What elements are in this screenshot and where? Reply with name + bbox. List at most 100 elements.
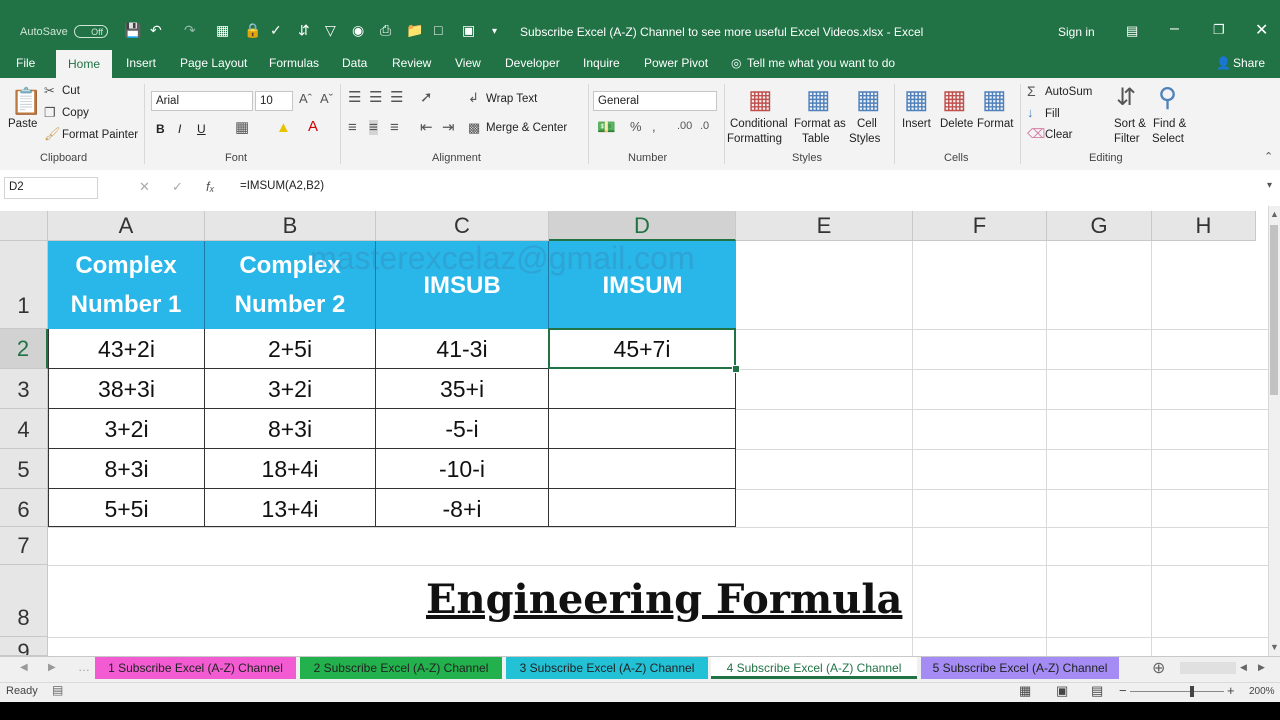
format-as-table-icon[interactable]: ▦	[806, 86, 831, 112]
cell-d6[interactable]	[549, 489, 736, 527]
cell-styles-button-line2[interactable]: Styles	[849, 133, 880, 145]
row-header-3[interactable]: 3	[0, 369, 48, 409]
share-button[interactable]: Share	[1233, 56, 1265, 70]
cell-a4[interactable]: 3+2i	[48, 409, 205, 449]
cell-c2[interactable]: 41-3i	[376, 329, 549, 369]
cell-styles-button[interactable]: Cell	[857, 118, 877, 130]
insert-cells-icon[interactable]: ▦	[904, 86, 929, 112]
cell-a6[interactable]: 5+5i	[48, 489, 205, 527]
font-color-icon[interactable]: A	[308, 119, 318, 134]
cell-c5[interactable]: -10-i	[376, 449, 549, 489]
cell-c3[interactable]: 35+i	[376, 369, 549, 409]
scroll-up-icon[interactable]: ▲	[1270, 209, 1279, 219]
column-header-d[interactable]: D	[549, 211, 736, 241]
clear-button[interactable]: Clear	[1045, 129, 1072, 141]
autosum-button[interactable]: AutoSum	[1045, 86, 1092, 98]
cell-b5[interactable]: 18+4i	[205, 449, 376, 489]
tab-review[interactable]: Review	[392, 56, 431, 70]
lock-icon[interactable]: 🔒	[244, 22, 261, 39]
vertical-scrollbar-thumb[interactable]	[1270, 225, 1278, 395]
sheet-tab-3[interactable]: 3 Subscribe Excel (A-Z) Channel	[506, 657, 708, 679]
copy-button[interactable]: Copy	[62, 107, 89, 119]
macro-record-icon[interactable]: ▤	[52, 683, 63, 697]
filter-icon[interactable]: ▽	[325, 22, 336, 39]
align-left-icon[interactable]: ≡	[348, 120, 357, 135]
cell-c6[interactable]: -8+i	[376, 489, 549, 527]
increase-indent-icon[interactable]: ⇥	[442, 120, 455, 135]
row-header-4[interactable]: 4	[0, 409, 48, 449]
sort-filter-button-line2[interactable]: Filter	[1114, 133, 1140, 145]
camera-icon[interactable]: ◉	[352, 22, 364, 39]
font-name-select[interactable]: Arial	[151, 91, 253, 111]
align-middle-icon[interactable]: ☰	[369, 90, 382, 105]
row-header-7[interactable]: 7	[0, 527, 48, 565]
tab-inquire[interactable]: Inquire	[583, 56, 620, 70]
minimize-icon[interactable]: –	[1170, 20, 1179, 38]
align-top-icon[interactable]: ☰	[348, 90, 361, 105]
align-bottom-icon[interactable]: ☰	[390, 90, 403, 105]
format-painter-button[interactable]: Format Painter	[62, 129, 138, 141]
borders-icon[interactable]: ▦	[235, 120, 249, 135]
spelling-icon[interactable]: ✓	[270, 22, 282, 39]
shrink-font-icon[interactable]: Aˇ	[320, 92, 333, 105]
cell-c4[interactable]: -5-i	[376, 409, 549, 449]
close-icon[interactable]: ✕	[1255, 20, 1268, 40]
scroll-right-icon[interactable]: ▶	[1258, 662, 1265, 673]
sign-in-link[interactable]: Sign in	[1058, 25, 1095, 39]
tab-power-pivot[interactable]: Power Pivot	[644, 56, 708, 70]
insert-function-icon[interactable]: fₓ	[206, 180, 215, 193]
prev-sheet-icon[interactable]: ◀	[20, 662, 28, 673]
format-painter-icon[interactable]: 🖌	[44, 127, 61, 140]
tab-file[interactable]: File	[16, 56, 35, 70]
delete-cells-button[interactable]: Delete	[940, 118, 973, 130]
column-header-h[interactable]: H	[1152, 211, 1256, 241]
table-icon[interactable]: ▦	[216, 22, 229, 39]
percent-icon[interactable]: %	[630, 120, 642, 133]
more-sheets-icon[interactable]: …	[78, 660, 90, 674]
ribbon-display-icon[interactable]: ▤	[1126, 23, 1138, 39]
next-sheet-icon[interactable]: ▶	[48, 662, 56, 673]
cell-d4[interactable]	[549, 409, 736, 449]
format-cells-icon[interactable]: ▦	[982, 86, 1007, 112]
horizontal-scrollbar[interactable]	[1180, 662, 1236, 674]
clear-icon[interactable]: ⌫	[1027, 127, 1045, 140]
tab-insert[interactable]: Insert	[126, 56, 156, 70]
tab-developer[interactable]: Developer	[505, 56, 560, 70]
currency-icon[interactable]: 💵	[597, 120, 616, 135]
insert-cells-button[interactable]: Insert	[902, 118, 931, 130]
format-as-table-button-line2[interactable]: Table	[802, 133, 830, 145]
conditional-formatting-icon[interactable]: ▦	[748, 86, 773, 112]
collapse-ribbon-icon[interactable]: ⌃	[1264, 152, 1273, 163]
conditional-formatting-button-line2[interactable]: Formatting	[727, 133, 782, 145]
zoom-out-icon[interactable]: −	[1119, 683, 1127, 698]
cell-a3[interactable]: 38+3i	[48, 369, 205, 409]
merge-center-button[interactable]: Merge & Center	[486, 122, 567, 134]
row-header-5[interactable]: 5	[0, 449, 48, 489]
find-select-button[interactable]: Find &	[1153, 118, 1186, 130]
increase-decimal-icon[interactable]: .00	[677, 121, 692, 132]
decrease-indent-icon[interactable]: ⇤	[420, 120, 433, 135]
row-header-8[interactable]: 8	[0, 565, 48, 637]
formula-input[interactable]: =IMSUM(A2,B2)	[236, 177, 1264, 199]
row-header-6[interactable]: 6	[0, 489, 48, 527]
cell-styles-icon[interactable]: ▦	[856, 86, 881, 112]
fill-handle[interactable]	[732, 365, 740, 373]
tab-data[interactable]: Data	[342, 56, 367, 70]
merge-center-icon[interactable]: ▩	[468, 121, 480, 134]
tab-view[interactable]: View	[455, 56, 481, 70]
delete-cells-icon[interactable]: ▦	[942, 86, 967, 112]
comma-icon[interactable]: ,	[652, 120, 656, 133]
fill-button[interactable]: Fill	[1045, 108, 1060, 120]
redo-icon[interactable]: ↷	[184, 22, 196, 39]
tab-formulas[interactable]: Formulas	[269, 56, 319, 70]
sheet-tab-2[interactable]: 2 Subscribe Excel (A-Z) Channel	[300, 657, 502, 679]
underline-button[interactable]: U	[197, 122, 206, 136]
column-header-f[interactable]: F	[913, 211, 1047, 241]
row-header-9[interactable]: 9	[0, 637, 48, 656]
restore-icon[interactable]: ❐	[1213, 22, 1225, 38]
save-icon[interactable]: 💾	[124, 22, 141, 39]
header-complex-number-1[interactable]: Complex Number 1	[48, 241, 205, 329]
orientation-icon[interactable]: ➚	[420, 90, 433, 105]
row-header-1[interactable]: 1	[0, 241, 48, 329]
zoom-slider-thumb[interactable]	[1190, 686, 1194, 697]
